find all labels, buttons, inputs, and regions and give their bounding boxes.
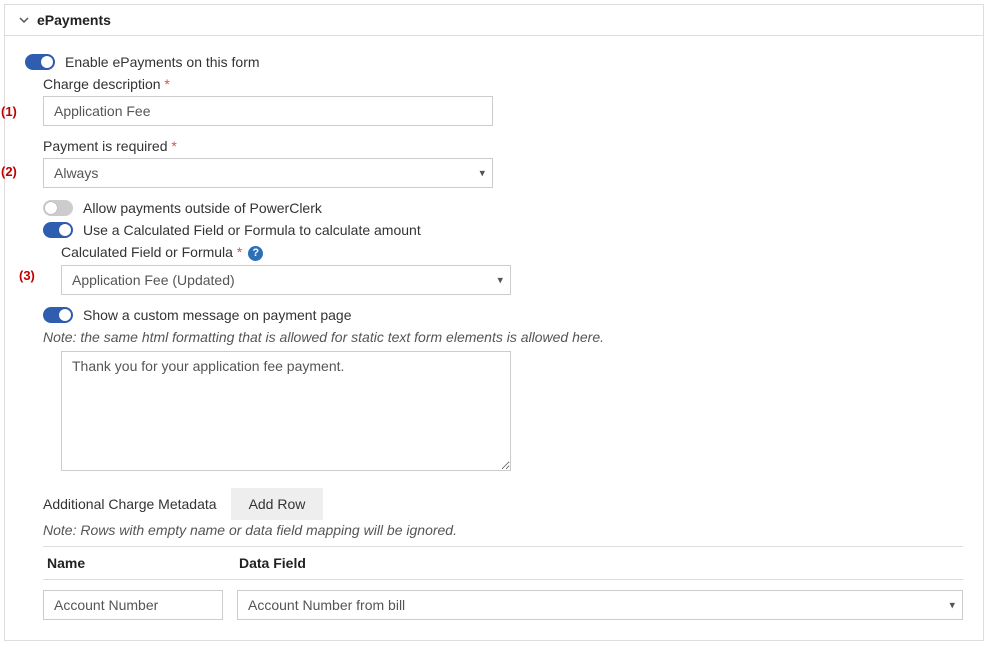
payment-required-label: Payment is required * (43, 138, 963, 154)
col-name-header: Name (43, 547, 235, 579)
add-row-button[interactable]: Add Row (231, 488, 324, 520)
metadata-name-input[interactable] (43, 590, 223, 620)
charge-description-label: Charge description * (43, 76, 963, 92)
custom-message-toggle[interactable] (43, 307, 73, 323)
required-marker: * (164, 76, 169, 92)
metadata-datafield-select[interactable]: Account Number from bill (237, 590, 963, 620)
use-calculated-label: Use a Calculated Field or Formula to cal… (83, 222, 421, 238)
metadata-table-row: Account Number from bill ▾ (43, 590, 963, 620)
use-calculated-toggle[interactable] (43, 222, 73, 238)
payment-required-select[interactable]: Always (43, 158, 493, 188)
charge-description-input[interactable] (43, 96, 493, 126)
annotation-2: (2) (1, 164, 17, 179)
metadata-label: Additional Charge Metadata (43, 496, 217, 512)
annotation-3: (3) (19, 268, 35, 283)
metadata-note: Note: Rows with empty name or data field… (43, 522, 963, 538)
col-data-header: Data Field (235, 547, 963, 579)
required-marker: * (171, 138, 176, 154)
chevron-down-icon (19, 15, 29, 25)
allow-outside-label: Allow payments outside of PowerClerk (83, 200, 322, 216)
enable-epayments-toggle[interactable] (25, 54, 55, 70)
metadata-table-header: Name Data Field (43, 546, 963, 580)
allow-outside-toggle[interactable] (43, 200, 73, 216)
custom-message-textarea[interactable] (61, 351, 511, 471)
calc-field-label: Calculated Field or Formula * ? (61, 244, 963, 261)
required-marker: * (237, 244, 242, 260)
custom-message-note: Note: the same html formatting that is a… (43, 329, 963, 345)
annotation-1: (1) (1, 104, 17, 119)
enable-epayments-label: Enable ePayments on this form (65, 54, 260, 70)
panel-header[interactable]: ePayments (5, 5, 983, 36)
panel-body: (1) (2) (3) Enable ePayments on this for… (5, 36, 983, 640)
panel-title: ePayments (37, 12, 111, 28)
calc-field-select[interactable]: Application Fee (Updated) (61, 265, 511, 295)
epayments-panel: ePayments (1) (2) (3) Enable ePayments o… (4, 4, 984, 641)
help-icon[interactable]: ? (248, 246, 263, 261)
custom-message-label: Show a custom message on payment page (83, 307, 352, 323)
